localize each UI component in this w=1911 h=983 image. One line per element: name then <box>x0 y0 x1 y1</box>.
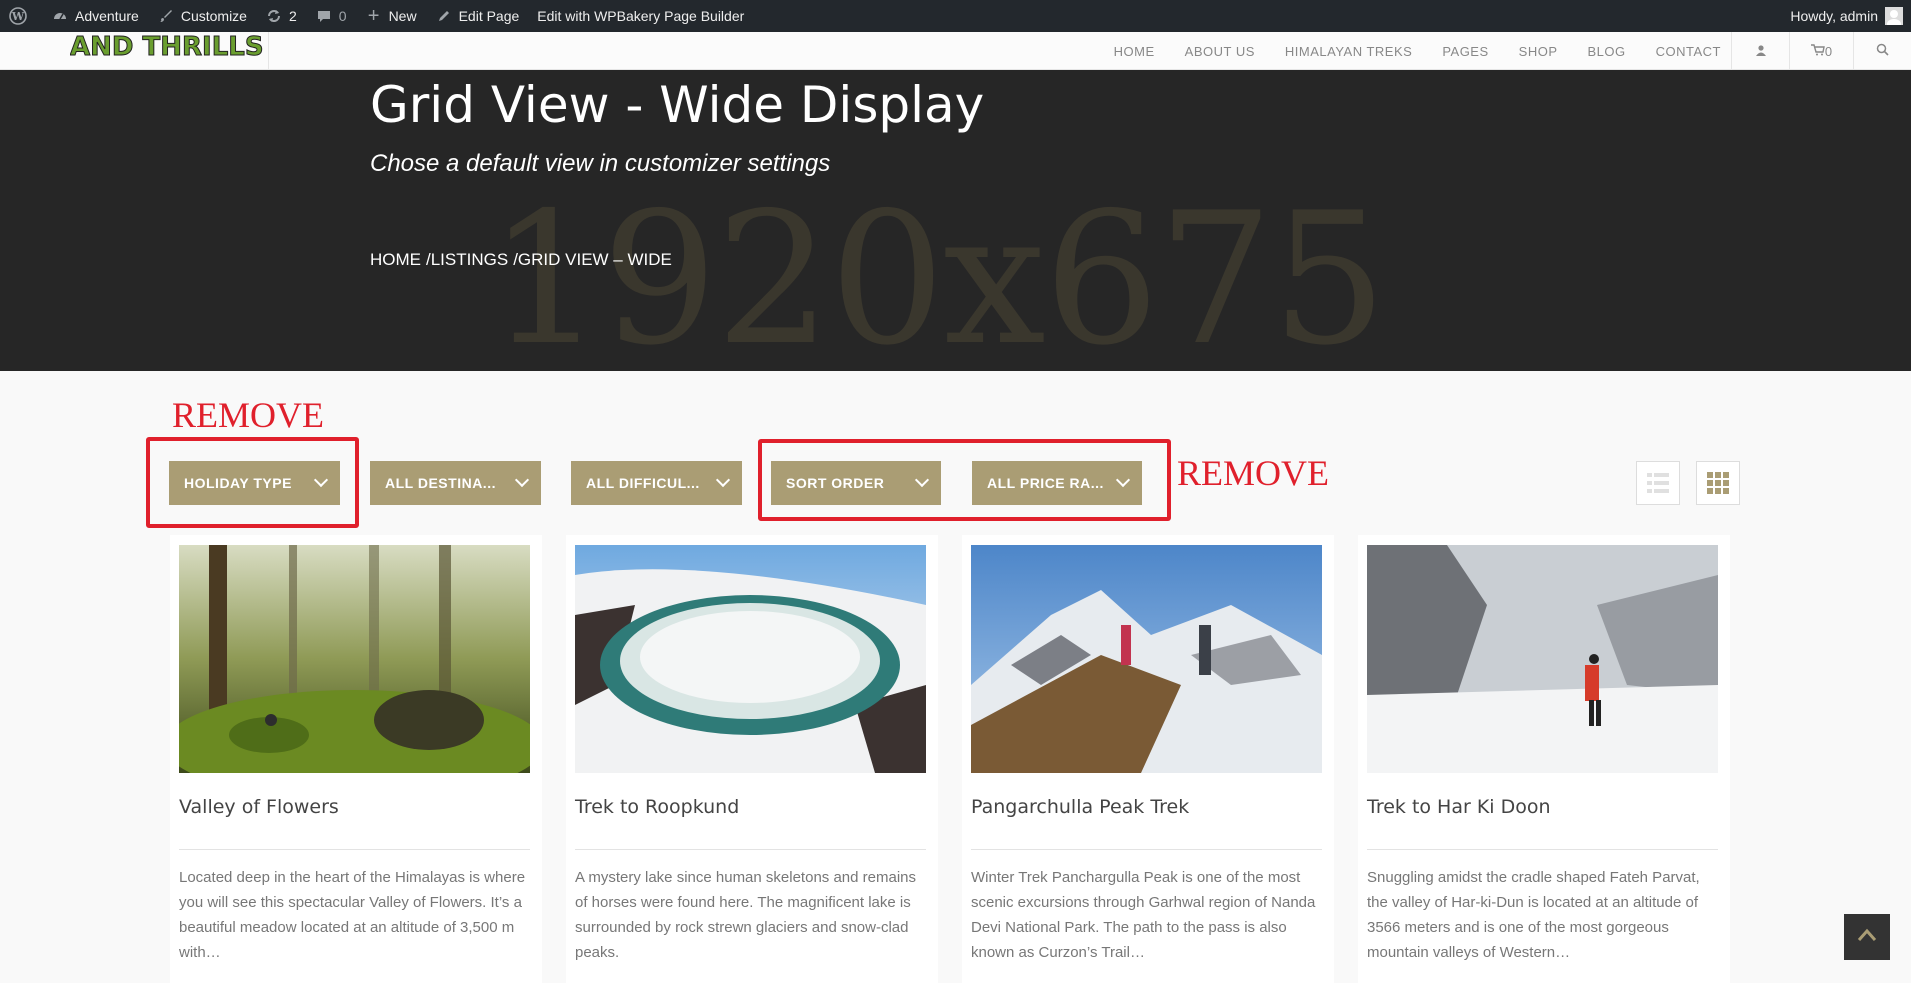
list-icon <box>1637 473 1679 508</box>
chevron-down-icon <box>1115 472 1131 488</box>
listing-title[interactable]: Trek to Roopkund <box>575 796 739 818</box>
comment-icon <box>315 7 333 25</box>
cart-button[interactable]: 0 <box>1789 32 1853 70</box>
wordpress-icon: W <box>9 7 27 25</box>
back-to-top-button[interactable] <box>1844 914 1890 960</box>
listing-image-valley[interactable] <box>1367 545 1718 773</box>
site-name-link[interactable]: Adventure <box>42 0 148 32</box>
comments-count: 0 <box>338 8 347 24</box>
updates-link[interactable]: 2 <box>256 0 306 32</box>
avatar <box>1885 7 1903 25</box>
sort-order-filter[interactable]: SORT ORDER <box>771 461 941 505</box>
nav-item-blog[interactable]: BLOG <box>1588 44 1626 59</box>
logo-text: AND THRILLS <box>70 32 264 62</box>
listing-image-lake[interactable] <box>575 545 926 773</box>
nav-item-himalayan-treks[interactable]: HIMALAYAN TREKS <box>1285 44 1412 59</box>
listing-image-forest[interactable] <box>179 545 530 773</box>
chevron-down-icon <box>715 472 731 488</box>
pencil-icon <box>435 7 453 25</box>
customize-label: Customize <box>180 8 247 24</box>
listing-image-peak[interactable] <box>971 545 1322 773</box>
admin-bar: W Adventure Customize 2 0 + New Edit Pag… <box>0 0 1911 32</box>
destination-label: ALL DESTINA... <box>385 475 496 491</box>
dashboard-icon <box>51 7 69 25</box>
card-divider <box>1367 849 1718 850</box>
card-divider <box>179 849 530 850</box>
hero-banner: 1920x675 Grid View - Wide Display Chose … <box>0 70 1911 371</box>
updates-count: 2 <box>288 8 297 24</box>
price-range-label: ALL PRICE RA... <box>987 475 1104 491</box>
listing-description: A mystery lake since human skeletons and… <box>575 869 916 961</box>
edit-page-label: Edit Page <box>458 8 520 24</box>
main-nav: HOME ABOUT US HIMALAYAN TREKS PAGES SHOP… <box>1084 32 1721 70</box>
breadcrumb-current: /GRID VIEW – WIDE <box>513 250 672 269</box>
plus-icon: + <box>367 4 380 27</box>
chevron-down-icon <box>514 472 530 488</box>
account-button[interactable] <box>1731 32 1789 70</box>
wpbakery-link[interactable]: Edit with WPBakery Page Builder <box>528 0 753 32</box>
hero-watermark: 1920x675 <box>488 173 1387 371</box>
search-button[interactable] <box>1853 32 1911 70</box>
customize-link[interactable]: Customize <box>148 0 256 32</box>
page-title: Grid View - Wide Display <box>370 76 985 134</box>
nav-item-shop[interactable]: SHOP <box>1519 44 1558 59</box>
remove-annotation-left: REMOVE <box>172 395 324 435</box>
wpbakery-label: Edit with WPBakery Page Builder <box>537 8 745 24</box>
destination-filter[interactable]: ALL DESTINA... <box>370 461 541 505</box>
breadcrumb-home[interactable]: HOME <box>370 250 421 270</box>
nav-item-contact[interactable]: CONTACT <box>1656 44 1721 59</box>
difficulty-label: ALL DIFFICUL... <box>586 475 700 491</box>
listing-card[interactable]: Trek to Har Ki Doon Snuggling amidst the… <box>1358 535 1730 983</box>
edit-page-link[interactable]: Edit Page <box>426 0 529 32</box>
listing-card[interactable]: Pangarchulla Peak Trek Winter Trek Panch… <box>962 535 1334 983</box>
listing-title[interactable]: Trek to Har Ki Doon <box>1367 796 1551 818</box>
grid-view-button[interactable] <box>1696 461 1740 505</box>
wordpress-logo-button[interactable]: W <box>0 0 42 32</box>
comments-link[interactable]: 0 <box>306 0 356 32</box>
new-label: New <box>388 8 417 24</box>
list-view-button[interactable] <box>1636 461 1680 505</box>
holiday-type-label: HOLIDAY TYPE <box>184 475 292 491</box>
nav-item-home[interactable]: HOME <box>1114 44 1155 59</box>
site-name-label: Adventure <box>75 8 139 24</box>
difficulty-filter[interactable]: ALL DIFFICUL... <box>571 461 742 505</box>
svg-text:W: W <box>11 10 25 23</box>
breadcrumb: HOME /LISTINGS /GRID VIEW – WIDE <box>370 250 677 270</box>
cart-icon <box>1810 43 1825 59</box>
user-icon <box>1755 44 1767 59</box>
price-range-filter[interactable]: ALL PRICE RA... <box>972 461 1142 505</box>
account-menu[interactable]: Howdy, admin <box>1781 0 1903 32</box>
grid-icon <box>1697 472 1739 508</box>
listing-card[interactable]: Valley of Flowers Located deep in the he… <box>170 535 542 983</box>
nav-item-about-us[interactable]: ABOUT US <box>1185 44 1255 59</box>
sort-order-label: SORT ORDER <box>786 475 885 491</box>
chevron-down-icon <box>313 472 329 488</box>
paintbrush-icon <box>157 7 175 25</box>
site-header: AND THRILLS HOME ABOUT US HIMALAYAN TREK… <box>0 32 1911 70</box>
refresh-icon <box>265 7 283 25</box>
nav-item-pages[interactable]: PAGES <box>1442 44 1488 59</box>
listing-title[interactable]: Pangarchulla Peak Trek <box>971 796 1189 818</box>
listing-description: Located deep in the heart of the Himalay… <box>179 869 526 961</box>
site-logo[interactable]: AND THRILLS <box>70 32 264 62</box>
chevron-up-icon <box>1857 928 1877 947</box>
page-subtitle: Chose a default view in customizer setti… <box>370 150 831 177</box>
card-divider <box>575 849 926 850</box>
listing-card[interactable]: Trek to Roopkund A mystery lake since hu… <box>566 535 938 983</box>
breadcrumb-listings[interactable]: /LISTINGS <box>426 250 508 270</box>
new-content-link[interactable]: + New <box>356 0 426 32</box>
chevron-down-icon <box>914 472 930 488</box>
card-divider <box>971 849 1322 850</box>
howdy-label: Howdy, admin <box>1790 8 1878 24</box>
listing-description: Winter Trek Panchargulla Peak is one of … <box>971 869 1316 961</box>
holiday-type-filter[interactable]: HOLIDAY TYPE <box>169 461 340 505</box>
cart-count: 0 <box>1824 43 1833 59</box>
search-icon <box>1876 43 1889 59</box>
listing-title[interactable]: Valley of Flowers <box>179 796 339 818</box>
header-divider <box>268 32 269 70</box>
listing-description: Snuggling amidst the cradle shaped Fateh… <box>1367 869 1700 961</box>
remove-annotation-right: REMOVE <box>1177 453 1329 493</box>
